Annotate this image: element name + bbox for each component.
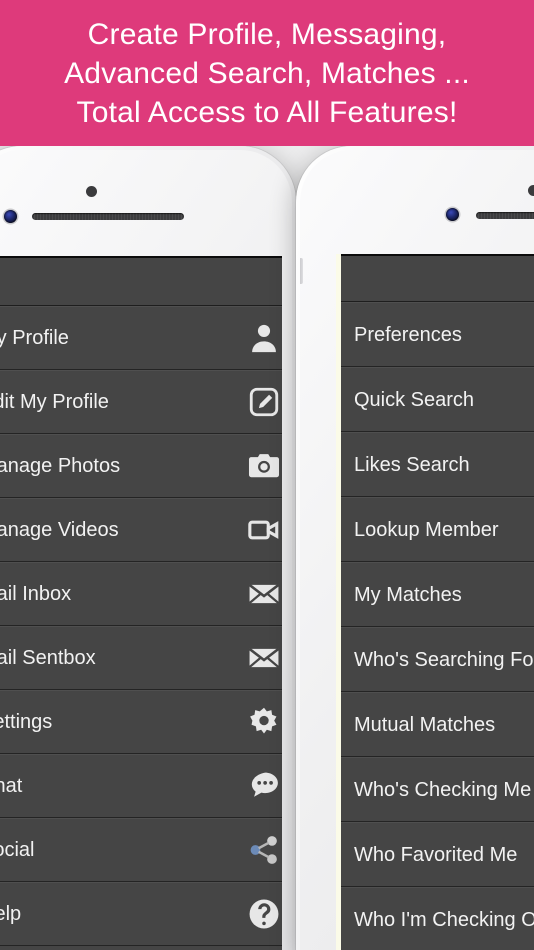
left-menu-item-label: Social (0, 839, 35, 861)
left-menu-item-1[interactable]: Edit My Profile (0, 370, 282, 434)
left-menu-item-2[interactable]: Manage Photos (0, 434, 282, 498)
envelope-inbox-icon (242, 572, 282, 616)
right-menu-item-label: Who Favorited Me (354, 843, 518, 866)
right-menu-item-8[interactable]: Who Favorited Me (336, 822, 534, 887)
promo-banner-line-1: Create Profile, Messaging, (87, 17, 447, 51)
promo-banner-line-2: Advanced Search, Matches ... (64, 56, 470, 90)
right-phone-body: Preferences Quick Search Likes Search Looku… (300, 150, 534, 950)
right-menu-item-label: My Matches (354, 583, 462, 606)
right-menu-item-2[interactable]: Likes Search (336, 432, 534, 497)
envelope-sent-icon (242, 636, 282, 680)
right-menu-item-5[interactable]: Who's Searching For Me (336, 627, 534, 692)
help-person-icon (242, 892, 282, 936)
left-menu-item-7[interactable]: Chat (0, 754, 282, 818)
screen-edge-highlight (336, 254, 341, 950)
camera-icon (242, 444, 282, 488)
left-menu-item-5[interactable]: Mail Sentbox (0, 626, 282, 690)
right-menu-item-3[interactable]: Lookup Member (336, 497, 534, 562)
promo-banner-line-3: Total Access to All Features! (76, 95, 458, 129)
left-phone-device: My Profile Edit My Profile Manage Photos Ma… (0, 146, 296, 950)
earpiece-speaker-icon (32, 213, 184, 220)
left-menu-item-0[interactable]: My Profile (0, 306, 282, 370)
left-menu-item-8[interactable]: Social (0, 818, 282, 882)
share-icon (242, 828, 282, 872)
right-menu-item-6[interactable]: Mutual Matches (336, 692, 534, 757)
left-menu-item-label: Mail Inbox (0, 583, 72, 605)
front-camera-icon (446, 208, 459, 221)
left-menu-item-4[interactable]: Mail Inbox (0, 562, 282, 626)
proximity-sensor-icon (528, 185, 534, 196)
right-menu-item-label: Lookup Member (354, 518, 499, 541)
right-navigation-menu[interactable]: Preferences Quick Search Likes Search Looku… (336, 302, 534, 950)
promo-banner: Create Profile, Messaging, Advanced Sear… (0, 0, 534, 146)
left-navigation-menu[interactable]: My Profile Edit My Profile Manage Photos Ma… (0, 306, 282, 946)
front-camera-icon (4, 210, 17, 223)
left-phone-body: My Profile Edit My Profile Manage Photos Ma… (0, 150, 292, 950)
left-app-topbar (0, 256, 282, 306)
right-menu-item-7[interactable]: Who's Checking Me Out (336, 757, 534, 822)
right-menu-item-1[interactable]: Quick Search (336, 367, 534, 432)
left-menu-item-3[interactable]: Manage Videos (0, 498, 282, 562)
proximity-sensor-icon (86, 186, 97, 197)
right-menu-item-label: Who's Searching For Me (354, 648, 534, 671)
left-menu-item-label: My Profile (0, 327, 69, 349)
right-app-topbar (336, 254, 534, 302)
edit-profile-icon (242, 380, 282, 424)
video-camera-icon (242, 508, 282, 552)
right-menu-item-9[interactable]: Who I'm Checking Out (336, 887, 534, 950)
left-menu-item-9[interactable]: Help (0, 882, 282, 946)
right-menu-item-4[interactable]: My Matches (336, 562, 534, 627)
gear-icon (242, 700, 282, 744)
left-menu-item-label: Chat (0, 775, 23, 797)
screenshot-stage: Create Profile, Messaging, Advanced Sear… (0, 0, 534, 950)
left-menu-item-label: Edit My Profile (0, 391, 109, 413)
left-menu-item-label: Mail Sentbox (0, 647, 96, 669)
right-phone-screen: Preferences Quick Search Likes Search Looku… (336, 254, 534, 950)
right-menu-item-label: Quick Search (354, 388, 475, 411)
chat-bubble-icon (242, 764, 282, 808)
right-phone-device: Preferences Quick Search Likes Search Looku… (296, 146, 534, 950)
right-menu-item-label: Preferences (354, 323, 462, 346)
left-menu-item-6[interactable]: Settings (0, 690, 282, 754)
right-menu-item-label: Who I'm Checking Out (354, 908, 534, 931)
right-menu-item-label: Who's Checking Me Out (354, 778, 534, 801)
right-menu-item-label: Likes Search (354, 453, 470, 476)
earpiece-speaker-icon (476, 212, 534, 219)
left-phone-screen: My Profile Edit My Profile Manage Photos Ma… (0, 256, 282, 950)
right-menu-item-label: Mutual Matches (354, 713, 496, 736)
left-menu-item-label: Settings (0, 711, 53, 733)
left-menu-item-label: Manage Photos (0, 455, 121, 477)
left-menu-item-label: Manage Videos (0, 519, 119, 541)
left-menu-item-label: Help (0, 903, 22, 925)
person-icon (242, 316, 282, 360)
right-menu-item-0[interactable]: Preferences (336, 302, 534, 367)
volume-button[interactable] (300, 258, 303, 284)
